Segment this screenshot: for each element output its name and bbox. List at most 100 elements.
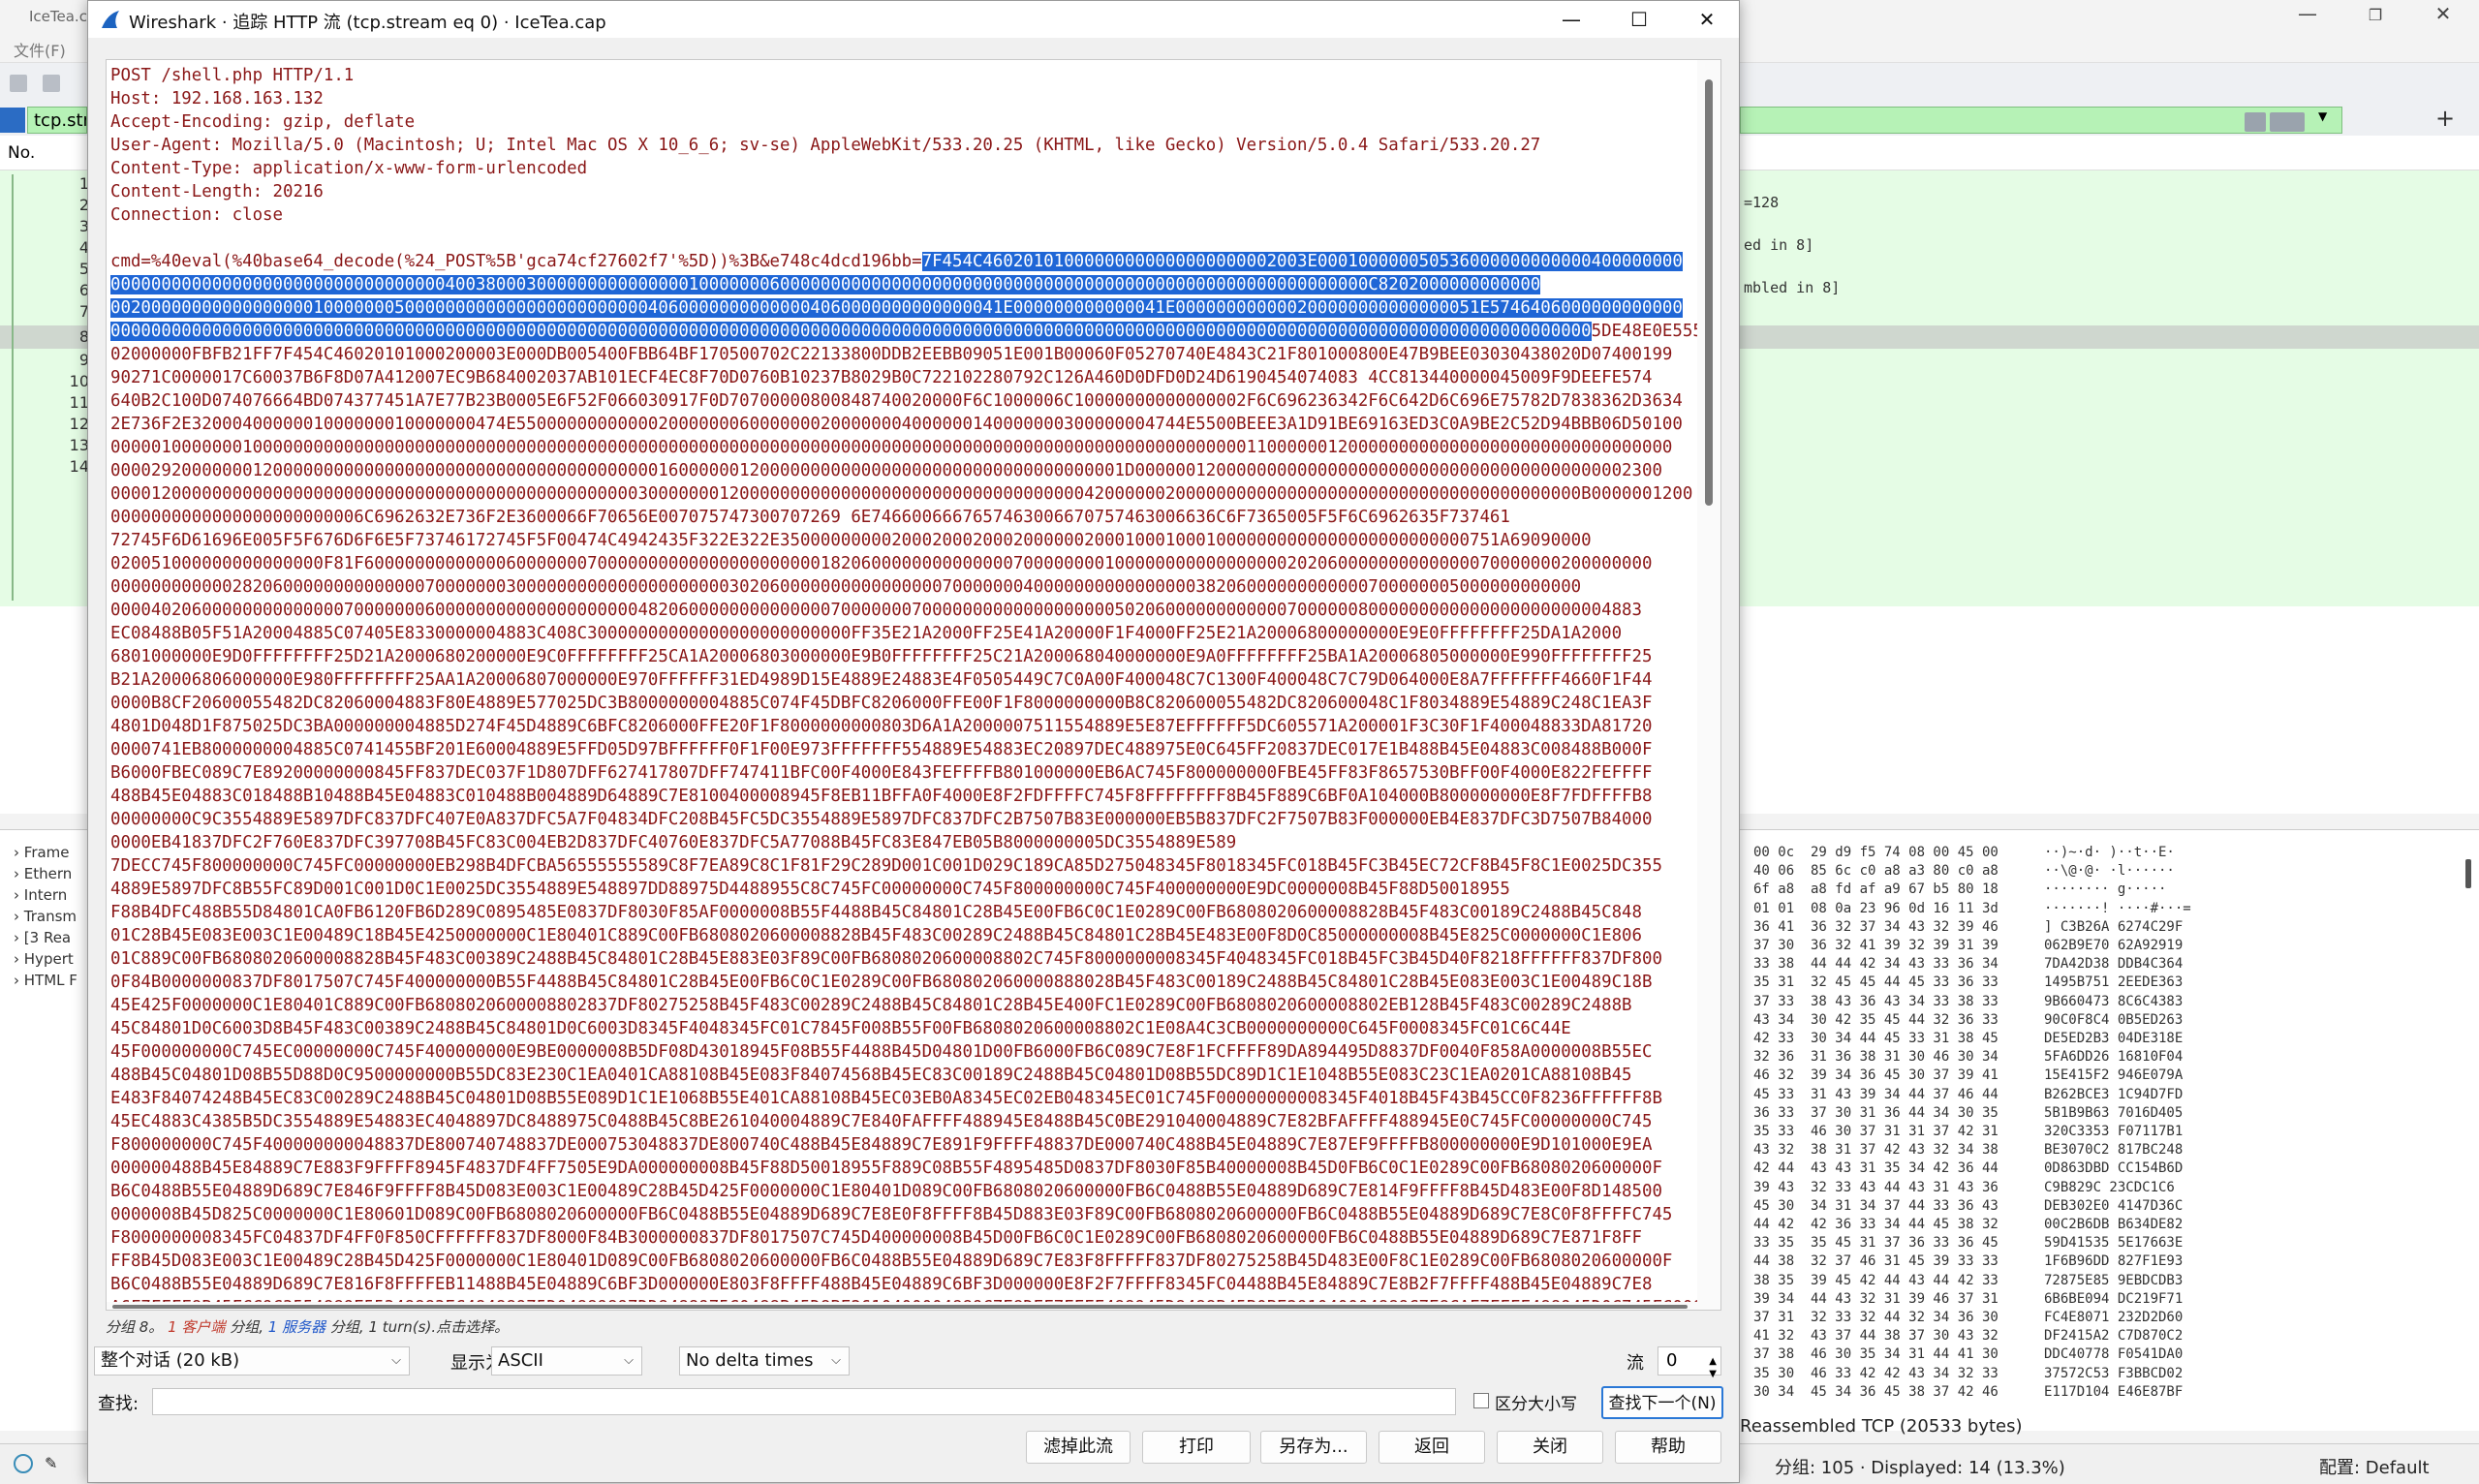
- scroll-thumb[interactable]: [1705, 79, 1713, 506]
- stream-line[interactable]: 0F84B0000000837DF8017507C745F400000000B5…: [110, 973, 1652, 992]
- packet-number[interactable]: 11: [39, 393, 89, 412]
- stream-number-spinbox[interactable]: 0 ▲ ▼: [1658, 1346, 1721, 1379]
- stream-line[interactable]: 0000EB41837DFC2F760E837DFC397708B45FC83C…: [110, 833, 1236, 852]
- stream-line[interactable]: Connection: close: [110, 205, 283, 225]
- hex-row[interactable]: 36 41 36 32 37 34 43 32 39 46: [1753, 919, 1999, 935]
- stream-line[interactable]: 7DECC745F800000000C745FC00000000EB298B4D…: [110, 856, 1662, 876]
- stream-line[interactable]: 0000010000000100000000000000000000000000…: [110, 438, 1672, 457]
- spin-down-icon[interactable]: ▼: [1709, 1361, 1717, 1388]
- hex-row[interactable]: 40 06 85 6c c0 a8 a3 80 c0 a8: [1753, 863, 1999, 879]
- filter-dropdown-icon[interactable]: ▼: [2318, 109, 2327, 123]
- stream-line[interactable]: 0000000000002820600000000000000700000003…: [110, 577, 1581, 597]
- stream-content-view[interactable]: POST /shell.php HTTP/1.1 Host: 192.168.1…: [106, 59, 1721, 1311]
- ascii-row[interactable]: DE5ED2B3 04DE318E: [2044, 1031, 2183, 1046]
- ascii-row[interactable]: 7DA42D38 DDB4C364: [2044, 956, 2183, 972]
- packet-number[interactable]: 7: [39, 302, 89, 321]
- stream-line[interactable]: 640B2C100D074076664BD074377451A7E77B23B0…: [110, 391, 1683, 411]
- main-maximize-button[interactable]: ❐: [2346, 6, 2404, 24]
- dialog-close-button[interactable]: ✕: [1673, 1, 1741, 38]
- display-as-select[interactable]: ASCII ⌵: [491, 1346, 642, 1376]
- stream-line[interactable]: 0000741EB8000000004885C0741455BF201E6000…: [110, 740, 1652, 759]
- display-filter-input-tail[interactable]: ▼: [1740, 107, 2342, 134]
- stream-line[interactable]: 0000B8CF20600055482DC82060004883F80E4889…: [110, 694, 1652, 713]
- toolbar-start-icon[interactable]: [10, 75, 27, 92]
- stream-vertical-scrollbar[interactable]: [1697, 60, 1720, 1310]
- packet-number[interactable]: 13: [39, 436, 89, 454]
- ascii-row[interactable]: 00C2B6DB B634DE82: [2044, 1217, 2183, 1232]
- menu-file[interactable]: 文件(F): [14, 38, 66, 61]
- stream-line[interactable]: 6801000000E9D0FFFFFFFF25D21A200068020000…: [110, 647, 1652, 666]
- stream-line[interactable]: B21A20006806000000E980FFFFFFFF25AA1A2000…: [110, 670, 1652, 690]
- hex-row[interactable]: 33 35 35 45 31 37 36 33 36 45: [1753, 1235, 1999, 1251]
- stream-line[interactable]: 488B45E04883C018488B10488B45E04883C01048…: [110, 787, 1652, 806]
- packet-number[interactable]: 14: [39, 457, 89, 476]
- stream-line[interactable]: POST /shell.php HTTP/1.1: [110, 66, 354, 85]
- stream-line[interactable]: Content-Length: 20216: [110, 182, 324, 201]
- hex-row[interactable]: 41 32 43 37 44 38 37 30 43 32: [1753, 1328, 1999, 1344]
- ascii-row[interactable]: C9B829C 23CDC1C6: [2044, 1180, 2175, 1195]
- tree-item-html[interactable]: › HTML F: [14, 972, 77, 989]
- ascii-row[interactable]: 37572C53 F3BBCD02: [2044, 1366, 2183, 1381]
- scroll-thumb[interactable]: [112, 1305, 1688, 1309]
- back-button[interactable]: 返回: [1379, 1431, 1485, 1464]
- selected-text[interactable]: 0000000000000000000000000000000000000000…: [110, 322, 1592, 341]
- stream-line[interactable]: 45E425F0000000C1E80401C889C00FB680802060…: [110, 996, 1632, 1015]
- delta-times-select[interactable]: No delta times ⌵: [679, 1346, 850, 1376]
- stream-line[interactable]: F800000000C745F400000000048837DE80074074…: [110, 1135, 1652, 1155]
- ascii-row[interactable]: 90C0F8C4 0B5ED263: [2044, 1012, 2183, 1028]
- main-close-button[interactable]: ✕: [2414, 2, 2472, 25]
- packet-number[interactable]: 2: [39, 196, 89, 214]
- hex-row[interactable]: 43 34 30 42 35 45 44 32 36 33: [1753, 1012, 1999, 1028]
- clear-filter-icon[interactable]: [2245, 112, 2266, 132]
- stream-line[interactable]: 0000000000000000000000006C6962632E736F2E…: [110, 508, 1510, 527]
- ascii-row[interactable]: FC4E8071 232D2D60: [2044, 1310, 2183, 1325]
- hex-row[interactable]: 35 31 32 45 45 44 45 33 36 33: [1753, 974, 1999, 990]
- ascii-row[interactable]: 320C3353 F07117B1: [2044, 1124, 2183, 1139]
- tree-item-tcp[interactable]: › Transm: [14, 908, 77, 925]
- stream-line[interactable]: 0000402060000000000000070000000600000000…: [110, 601, 1642, 620]
- hex-row[interactable]: 6f a8 a8 fd af a9 67 b5 80 18: [1753, 881, 1999, 897]
- display-filter-input[interactable]: tcp.str: [27, 107, 87, 134]
- ascii-row[interactable]: 15E415F2 946E079A: [2044, 1067, 2183, 1083]
- stream-line[interactable]: 488B45C04801D08B55D88D0C9500000000B55DC8…: [110, 1066, 1632, 1085]
- toolbar-stop-icon[interactable]: [43, 75, 60, 92]
- hex-row[interactable]: 37 38 46 30 35 34 31 44 41 30: [1753, 1346, 1999, 1362]
- hex-row[interactable]: 46 32 39 34 36 45 30 37 39 41: [1753, 1067, 1999, 1083]
- hex-row[interactable]: 37 31 32 33 32 44 32 34 36 30: [1753, 1310, 1999, 1325]
- stream-line[interactable]: 0000292000000012000000000000000000000000…: [110, 461, 1662, 480]
- print-button[interactable]: 打印: [1142, 1431, 1251, 1464]
- stream-line[interactable]: 0000120000000000000000000000000000000000…: [110, 484, 1692, 504]
- bytes-scrollbar[interactable]: [2465, 859, 2471, 888]
- stream-line[interactable]: Accept-Encoding: gzip, deflate: [110, 112, 415, 132]
- tree-item-ip[interactable]: › Intern: [14, 886, 67, 904]
- hex-row[interactable]: 37 30 36 32 41 39 32 39 31 39: [1753, 938, 1999, 953]
- stream-line[interactable]: 4889E5897DFC8B55FC89D001C001D0C1E0025DC3…: [110, 880, 1510, 899]
- stream-line[interactable]: B6000FBEC089C7E89200000000845FF837DEC037…: [110, 763, 1652, 783]
- packet-number[interactable]: 5: [39, 260, 89, 278]
- close-button[interactable]: 关闭: [1497, 1431, 1603, 1464]
- hex-row[interactable]: 35 30 46 33 42 42 43 34 32 33: [1753, 1366, 1999, 1381]
- ascii-row[interactable]: 5FA6DD26 16810F04: [2044, 1049, 2183, 1065]
- reassembled-tab[interactable]: Reassembled TCP (20533 bytes): [1740, 1416, 2023, 1437]
- expert-info-icon[interactable]: [14, 1454, 33, 1473]
- stream-line[interactable]: 000000488B45E84889C7E883F9FFFF8945F4837D…: [110, 1159, 1662, 1178]
- apply-filter-icon[interactable]: [2270, 112, 2305, 132]
- stream-line[interactable]: Content-Type: application/x-www-form-url…: [110, 159, 587, 178]
- stream-line[interactable]: 01C889C00FB6808020600008828B45F483C00389…: [110, 949, 1662, 969]
- hex-row[interactable]: 01 01 08 0a 23 96 0d 16 11 3d: [1753, 901, 1999, 916]
- stream-line[interactable]: 020051000000000000000F81F600000000000006…: [110, 554, 1652, 573]
- hex-row[interactable]: 43 32 38 31 37 42 43 32 34 38: [1753, 1142, 1999, 1158]
- help-button[interactable]: 帮助: [1615, 1431, 1721, 1464]
- ascii-row[interactable]: 5B1B9B63 7016D405: [2044, 1105, 2183, 1121]
- stream-line[interactable]: B6C0488B55E04889D689C7E846F9FFFF8B45D083…: [110, 1182, 1662, 1201]
- find-next-button[interactable]: 查找下一个(N): [1601, 1386, 1723, 1419]
- hex-row[interactable]: 39 43 32 33 43 44 43 31 43 36: [1753, 1180, 1999, 1195]
- hex-row[interactable]: 42 33 30 34 44 45 33 31 38 45: [1753, 1031, 1999, 1046]
- ascii-row[interactable]: DEB302E0 4147D36C: [2044, 1198, 2183, 1214]
- col-no[interactable]: No.: [8, 143, 35, 163]
- stream-line[interactable]: 00000000C9C3554889E5897DFC837DFC407E0A83…: [110, 810, 1652, 829]
- stream-line[interactable]: EC08488B05F51A20004885C07405E83300000048…: [110, 624, 1622, 643]
- ascii-row[interactable]: E117D104 E46E87BF: [2044, 1384, 2183, 1400]
- hex-row[interactable]: 39 34 44 43 32 31 39 46 37 31: [1753, 1291, 1999, 1307]
- ascii-row[interactable]: ·······! ····#···=: [2044, 901, 2191, 916]
